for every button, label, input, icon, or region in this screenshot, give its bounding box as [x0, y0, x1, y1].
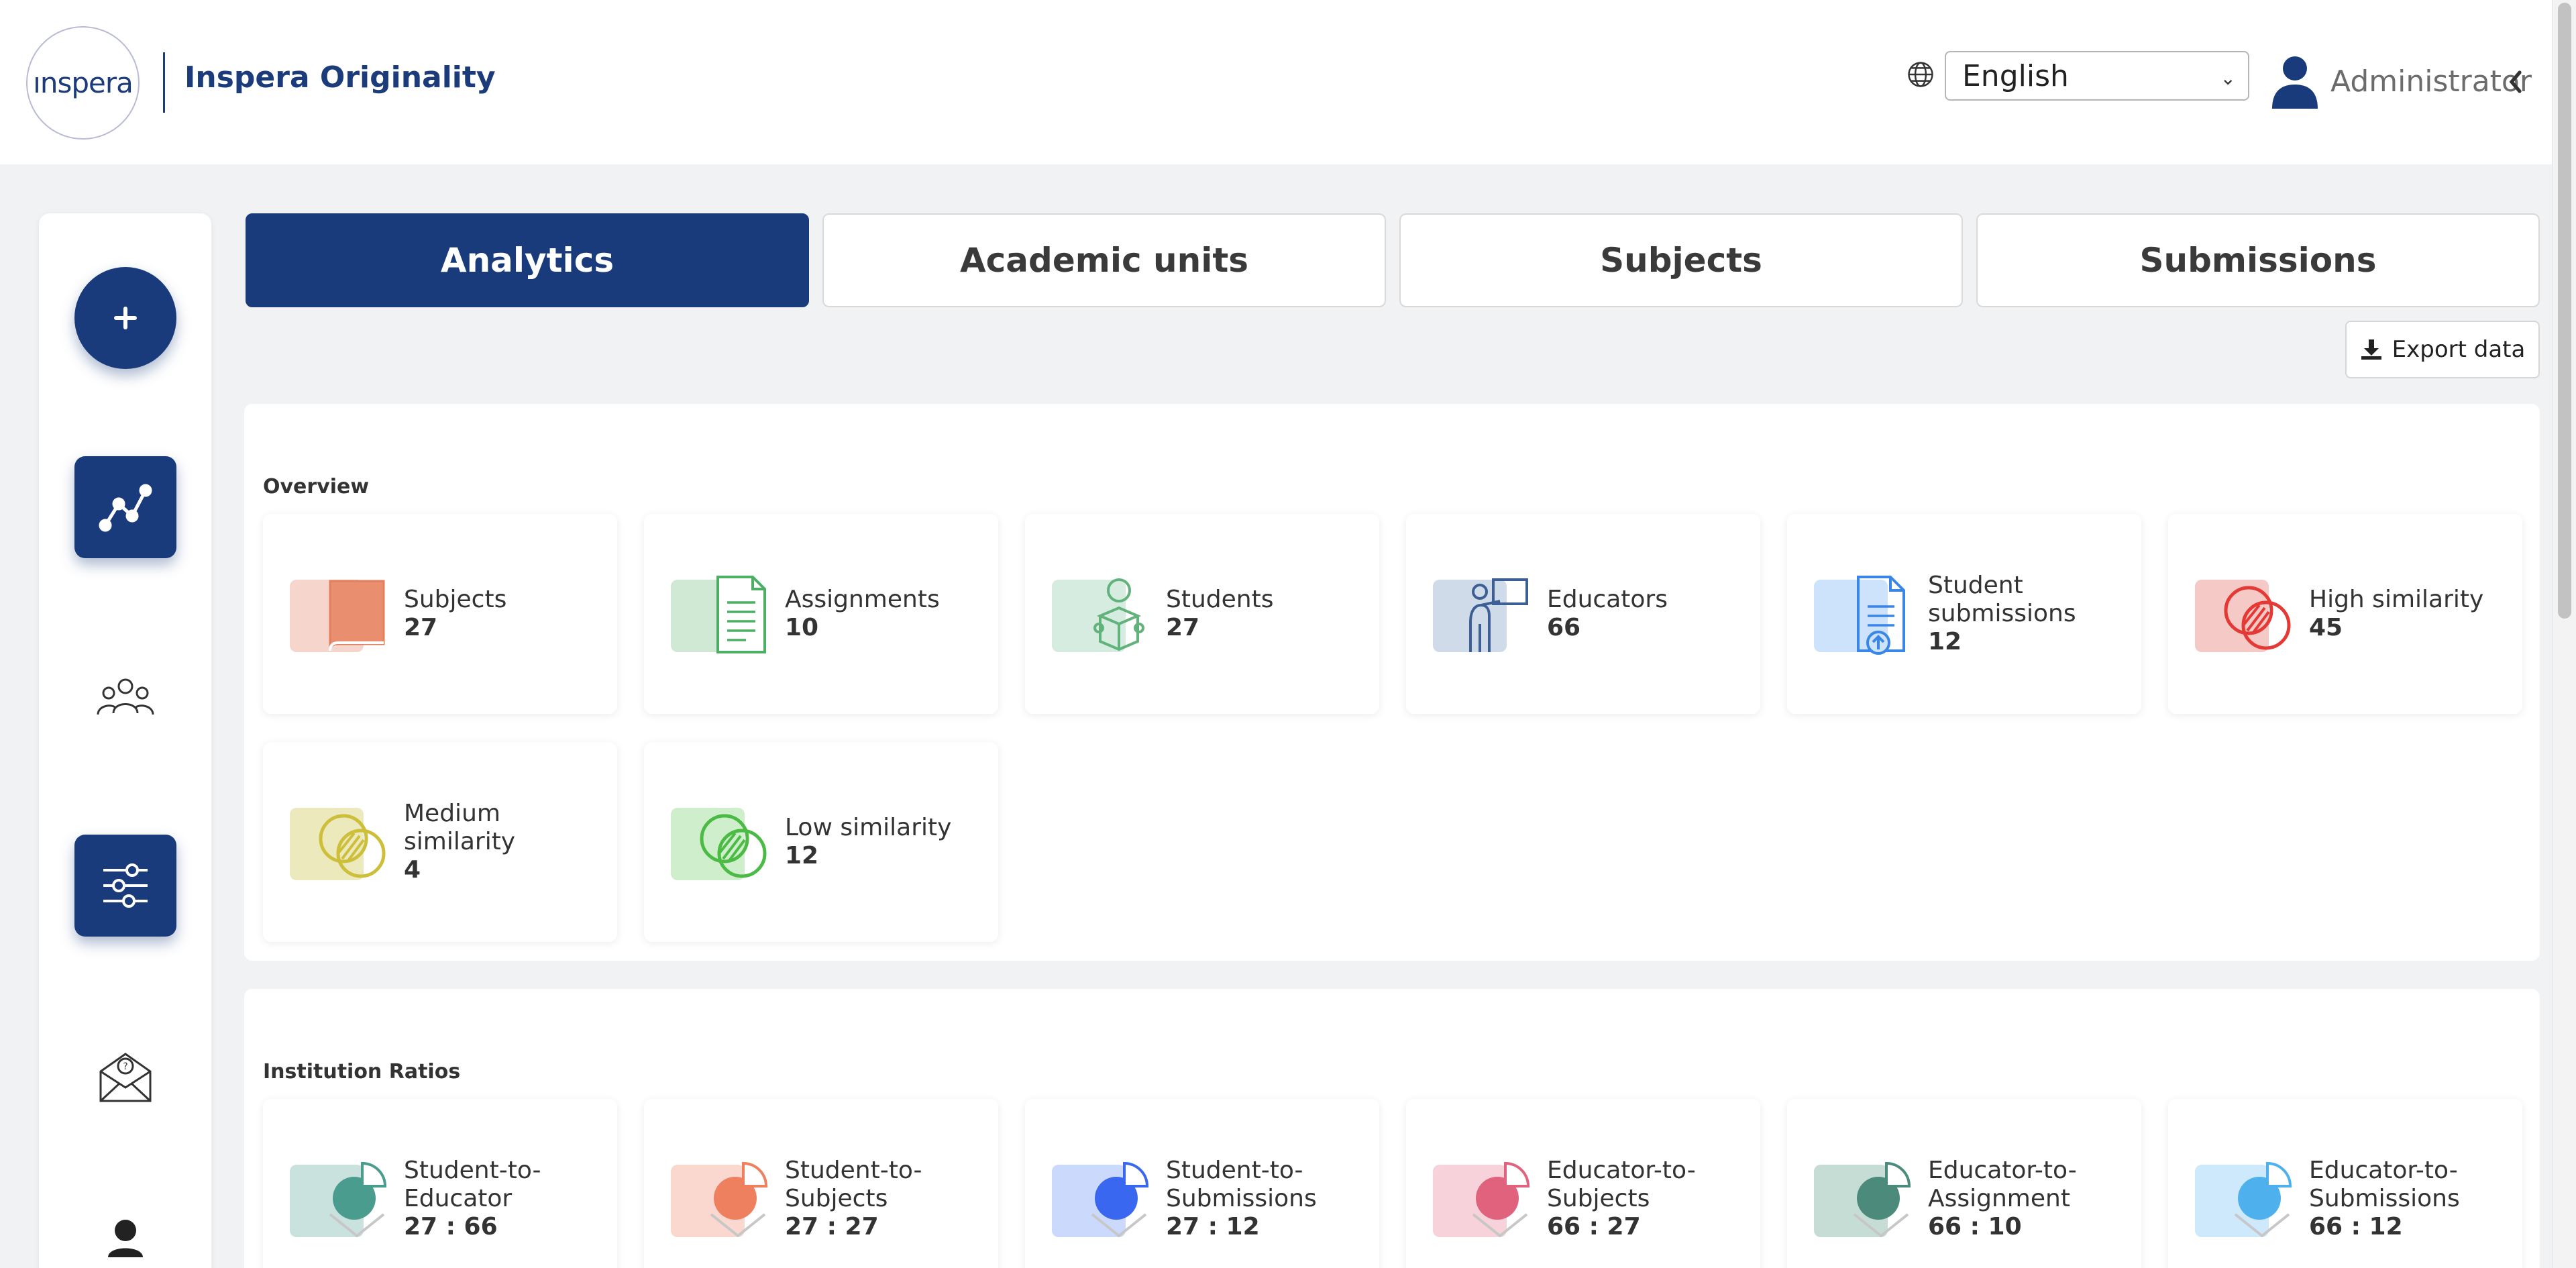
stat-card-low-similarity[interactable]: Low similarity 12 [644, 742, 998, 942]
tab-analytics[interactable]: Analytics [246, 213, 809, 307]
ratio-value: 66 : 12 [2309, 1213, 2403, 1240]
sidebar-analytics-button[interactable] [74, 456, 176, 558]
sidebar-profile-button[interactable] [74, 1186, 176, 1268]
document-icon [671, 576, 766, 653]
stat-label: Student submissions [1928, 572, 2076, 627]
stat-card-high-similarity[interactable]: High similarity 45 [2168, 514, 2522, 714]
stat-label: Low similarity [785, 814, 952, 841]
scrollbar-thumb[interactable] [2558, 3, 2571, 619]
stat-label: Educators [1547, 586, 1668, 613]
ratio-card-educator-to-assignment[interactable]: Educator-to-Assignment 66 : 10 [1787, 1099, 2141, 1268]
language-value: English [1962, 58, 2069, 93]
ratio-label: Student-to-Subjects [785, 1157, 922, 1212]
globe-icon [1908, 62, 1933, 87]
pie-chart-icon [290, 1161, 387, 1238]
language-select[interactable]: English ⌄ [1945, 51, 2249, 101]
download-icon [2361, 339, 2381, 360]
stat-card-student-submissions[interactable]: Student submissions 12 [1787, 514, 2141, 714]
ratio-value: 27 : 27 [785, 1213, 879, 1240]
pie-chart-icon [1052, 1161, 1149, 1238]
ratio-label: Student-to-Submissions [1166, 1157, 1317, 1212]
stat-card-subjects[interactable]: Subjects 27 [263, 514, 617, 714]
ratio-value: 66 : 27 [1547, 1213, 1641, 1240]
stat-value: 10 [785, 614, 819, 641]
sidebar-settings-button[interactable] [74, 835, 176, 937]
pie-chart-icon [1433, 1161, 1530, 1238]
chevron-down-icon: ⌄ [2220, 67, 2236, 89]
stat-value: 66 [1547, 614, 1581, 641]
logo-text: ınspera [33, 66, 133, 99]
stat-value: 12 [1928, 628, 1962, 655]
add-button[interactable] [74, 267, 176, 369]
ratio-label: Educator-to-Submissions [2309, 1157, 2460, 1212]
stat-label: Assignments [785, 586, 940, 613]
upload-document-icon [1814, 576, 1905, 655]
sidebar-help-mail-button[interactable]: ? [74, 1025, 176, 1127]
medium-similarity-icon [290, 808, 386, 880]
sliders-icon [103, 863, 148, 908]
sidebar-users-button[interactable] [74, 647, 176, 749]
analytics-icon [99, 484, 152, 532]
ratio-card-educator-to-submissions[interactable]: Educator-to-Submissions 66 : 12 [2168, 1099, 2522, 1268]
ratio-value: 27 : 66 [404, 1213, 498, 1240]
ratio-card-student-to-subjects[interactable]: Student-to-Subjects 27 : 27 [644, 1099, 998, 1268]
stat-card-educators[interactable]: Educators 66 [1406, 514, 1760, 714]
inspera-logo[interactable]: ınspera [26, 26, 140, 140]
tab-submissions[interactable]: Submissions [1976, 213, 2540, 307]
brand-name: Inspera Originality [184, 60, 496, 95]
educator-icon [1433, 578, 1528, 652]
pie-chart-icon [671, 1161, 768, 1238]
stat-label: Medium similarity [404, 800, 516, 855]
chevron-left-icon[interactable] [2508, 68, 2524, 95]
plus-icon [114, 307, 137, 329]
ratio-card-student-to-submissions[interactable]: Student-to-Submissions 27 : 12 [1025, 1099, 1379, 1268]
ratio-card-student-to-educator[interactable]: Student-to-Educator 27 : 66 [263, 1099, 617, 1268]
person-icon [108, 1220, 143, 1257]
low-similarity-icon [671, 808, 767, 880]
help-envelope-icon: ? [99, 1053, 152, 1102]
stat-value: 27 [1166, 614, 1200, 641]
page-scrollbar[interactable] [2552, 0, 2576, 1268]
overview-title: Overview [263, 475, 370, 498]
user-name[interactable]: Administrator [2330, 64, 2532, 99]
student-icon [1052, 578, 1144, 652]
stat-card-medium-similarity[interactable]: Medium similarity 4 [263, 742, 617, 942]
ratios-title: Institution Ratios [263, 1060, 461, 1084]
export-data-button[interactable]: Export data [2345, 321, 2540, 378]
institution-ratios-panel: Institution Ratios Student-to-Educator 27… [244, 989, 2540, 1268]
top-header: ınspera Inspera Originality English ⌄ Ad… [0, 0, 2552, 164]
ratio-label: Student-to-Educator [404, 1157, 541, 1212]
ratio-value: 66 : 10 [1928, 1213, 2022, 1240]
stat-value: 4 [404, 856, 421, 884]
stat-label: Subjects [404, 586, 507, 613]
book-icon [290, 580, 385, 652]
stat-label: High similarity [2309, 586, 2484, 613]
user-avatar-icon[interactable] [2269, 55, 2320, 109]
sidebar: ? [39, 213, 211, 1268]
stat-value: 27 [404, 614, 438, 641]
stat-label: Students [1166, 586, 1274, 613]
pie-chart-icon [2195, 1161, 2292, 1238]
tab-academic-units[interactable]: Academic units [822, 213, 1386, 307]
stat-card-assignments[interactable]: Assignments 10 [644, 514, 998, 714]
stat-value: 45 [2309, 614, 2343, 641]
pie-chart-icon [1814, 1161, 1911, 1238]
stat-value: 12 [785, 842, 819, 869]
high-similarity-icon [2195, 580, 2291, 652]
overview-panel: Overview Subjects 27 Assignments 10 Stud… [244, 404, 2540, 961]
logo-divider [163, 52, 165, 113]
export-data-label: Export data [2392, 336, 2526, 363]
stat-card-students[interactable]: Students 27 [1025, 514, 1379, 714]
tab-subjects[interactable]: Subjects [1399, 213, 1963, 307]
ratio-label: Educator-to-Assignment [1928, 1157, 2077, 1212]
ratio-value: 27 : 12 [1166, 1213, 1260, 1240]
ratio-card-educator-to-subjects[interactable]: Educator-to-Subjects 66 : 27 [1406, 1099, 1760, 1268]
users-group-icon [97, 678, 154, 715]
svg-text:?: ? [123, 1061, 127, 1072]
ratio-label: Educator-to-Subjects [1547, 1157, 1696, 1212]
